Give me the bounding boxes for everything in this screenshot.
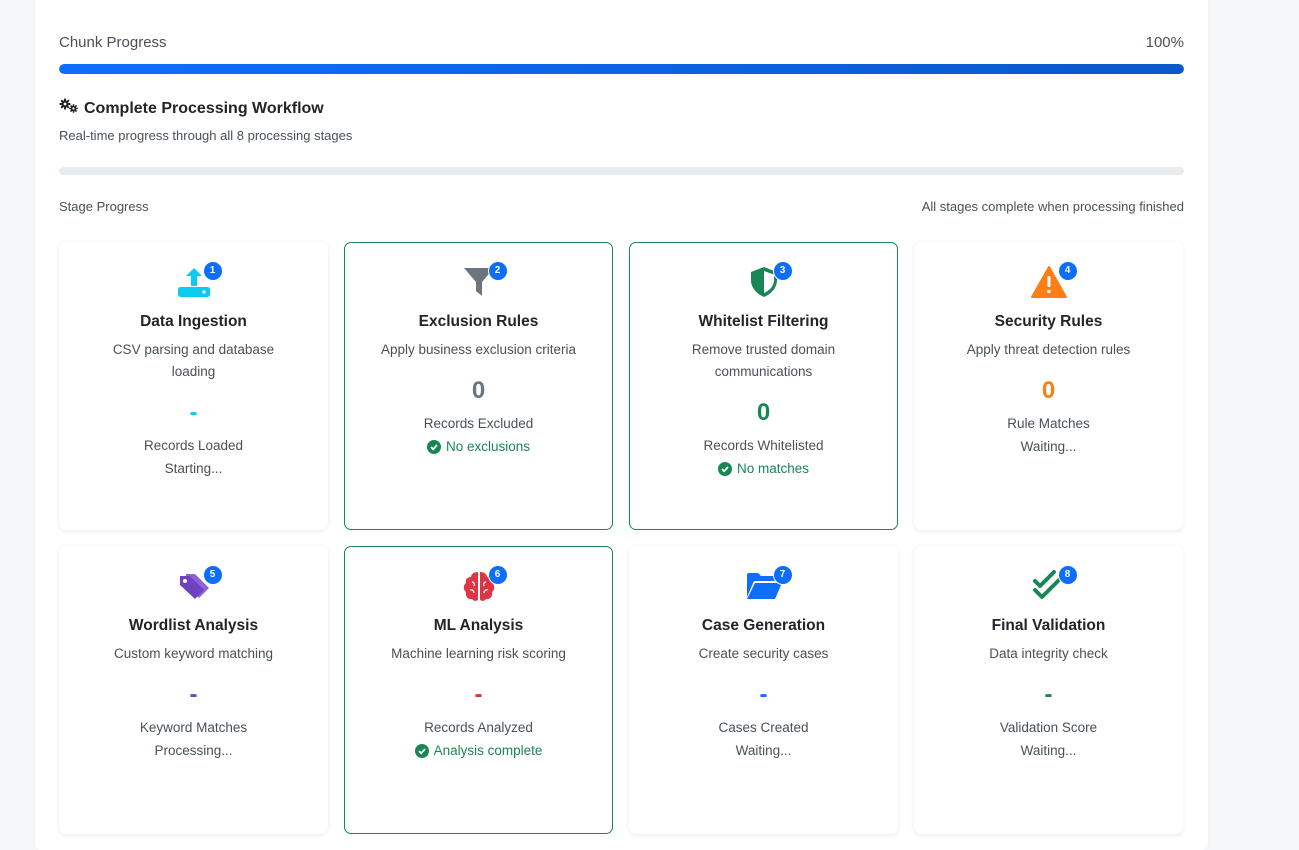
stage-value: - bbox=[474, 681, 483, 708]
check-circle-icon bbox=[426, 439, 441, 454]
stage-description: Machine learning risk scoring bbox=[391, 646, 566, 661]
stage-card-final-validation: 8 Final Validation Data integrity check … bbox=[914, 546, 1183, 834]
stage-card-data-ingestion: 1 Data Ingestion CSV parsing and databas… bbox=[59, 242, 328, 530]
stage-metric-label: Records Analyzed bbox=[424, 720, 533, 735]
chunk-progress-bar bbox=[59, 64, 1184, 74]
stage-metric-label: Keyword Matches bbox=[139, 720, 248, 735]
stage-grid: 1 Data Ingestion CSV parsing and databas… bbox=[59, 242, 1183, 834]
stage-number-badge: 8 bbox=[1057, 565, 1078, 585]
stage-status: No matches bbox=[630, 461, 897, 476]
stage-description: CSV parsing and database loading bbox=[112, 342, 275, 379]
stage-title: Data Ingestion bbox=[140, 313, 247, 330]
chunk-progress-label: Chunk Progress bbox=[59, 34, 167, 51]
stage-metric-label: Records Loaded bbox=[143, 438, 244, 453]
stage-title: ML Analysis bbox=[433, 617, 524, 634]
stage-card-wordlist-analysis: 5 Wordlist Analysis Custom keyword match… bbox=[59, 546, 328, 834]
workflow-title-text: Complete Processing Workflow bbox=[84, 99, 324, 117]
stage-status: Waiting... bbox=[735, 743, 792, 758]
stage-value: - bbox=[1044, 681, 1053, 708]
stage-title: Case Generation bbox=[701, 617, 826, 634]
stage-number-badge: 7 bbox=[772, 565, 793, 585]
stage-status-text: Analysis complete bbox=[433, 743, 543, 758]
stage-progress-header: Stage Progress All stages complete when … bbox=[59, 199, 1184, 214]
stage-number-badge: 5 bbox=[202, 565, 223, 585]
stage-status: Waiting... bbox=[1020, 743, 1077, 758]
stage-card-exclusion-rules: 2 Exclusion Rules Apply business exclusi… bbox=[344, 242, 613, 530]
stage-title: Exclusion Rules bbox=[418, 313, 539, 330]
stage-progress-bar bbox=[59, 167, 1184, 175]
chunk-progress-fill bbox=[59, 64, 1184, 74]
processing-panel: Chunk Progress 100% Complete Processing … bbox=[35, 0, 1208, 850]
gears-icon bbox=[59, 98, 79, 119]
stage-title: Final Validation bbox=[991, 617, 1106, 634]
stage-card-ml-analysis: 6 ML Analysis Machine learning risk scor… bbox=[344, 546, 613, 834]
stage-progress-label: Stage Progress bbox=[59, 199, 149, 214]
stage-metric-label: Cases Created bbox=[718, 720, 809, 735]
stage-metric-label: Validation Score bbox=[999, 720, 1098, 735]
stage-card-case-generation: 7 Case Generation Create security cases … bbox=[629, 546, 898, 834]
stage-metric-label: Records Whitelisted bbox=[703, 438, 824, 453]
stage-status: No exclusions bbox=[345, 439, 612, 454]
check-circle-icon bbox=[414, 743, 429, 758]
stage-status: Processing... bbox=[154, 743, 233, 758]
stage-status: Starting... bbox=[164, 461, 223, 476]
stage-value: 0 bbox=[1041, 377, 1056, 404]
check-circle-icon bbox=[717, 461, 732, 476]
stage-status-text: No matches bbox=[736, 461, 810, 476]
stage-number-badge: 3 bbox=[772, 261, 793, 281]
stage-value: - bbox=[189, 681, 198, 708]
stage-value: - bbox=[759, 681, 768, 708]
stage-number-badge: 6 bbox=[487, 565, 508, 585]
stage-card-security-rules: 4 Security Rules Apply threat detection … bbox=[914, 242, 1183, 530]
workflow-title: Complete Processing Workflow bbox=[59, 98, 324, 119]
stage-number-badge: 2 bbox=[487, 261, 508, 281]
stage-status: Analysis complete bbox=[345, 743, 612, 758]
stage-description: Remove trusted domain communications bbox=[691, 342, 836, 379]
chunk-progress-header: Chunk Progress 100% bbox=[59, 34, 1184, 51]
stage-metric-label: Rule Matches bbox=[1007, 416, 1090, 431]
stage-description: Data integrity check bbox=[989, 646, 1108, 661]
workflow-subtitle: Real-time progress through all 8 process… bbox=[59, 128, 353, 143]
stage-description: Custom keyword matching bbox=[113, 646, 274, 661]
stage-number-badge: 4 bbox=[1057, 261, 1078, 281]
stage-title: Wordlist Analysis bbox=[128, 617, 259, 634]
stage-description: Apply threat detection rules bbox=[966, 342, 1131, 357]
chunk-progress-percent: 100% bbox=[1145, 34, 1184, 51]
stage-progress-note: All stages complete when processing fini… bbox=[921, 199, 1184, 214]
stage-status-text: No exclusions bbox=[445, 439, 531, 454]
stage-description: Create security cases bbox=[698, 646, 829, 661]
stage-metric-label: Records Excluded bbox=[423, 416, 534, 431]
stage-title: Whitelist Filtering bbox=[698, 313, 829, 330]
stage-title: Security Rules bbox=[994, 313, 1103, 330]
stage-value: - bbox=[189, 399, 198, 426]
stage-number-badge: 1 bbox=[202, 261, 223, 281]
stage-description: Apply business exclusion criteria bbox=[380, 342, 577, 357]
stage-status: Waiting... bbox=[1020, 439, 1077, 454]
stage-value: 0 bbox=[471, 377, 486, 404]
stage-value: 0 bbox=[756, 399, 771, 426]
stage-card-whitelist-filtering: 3 Whitelist Filtering Remove trusted dom… bbox=[629, 242, 898, 530]
